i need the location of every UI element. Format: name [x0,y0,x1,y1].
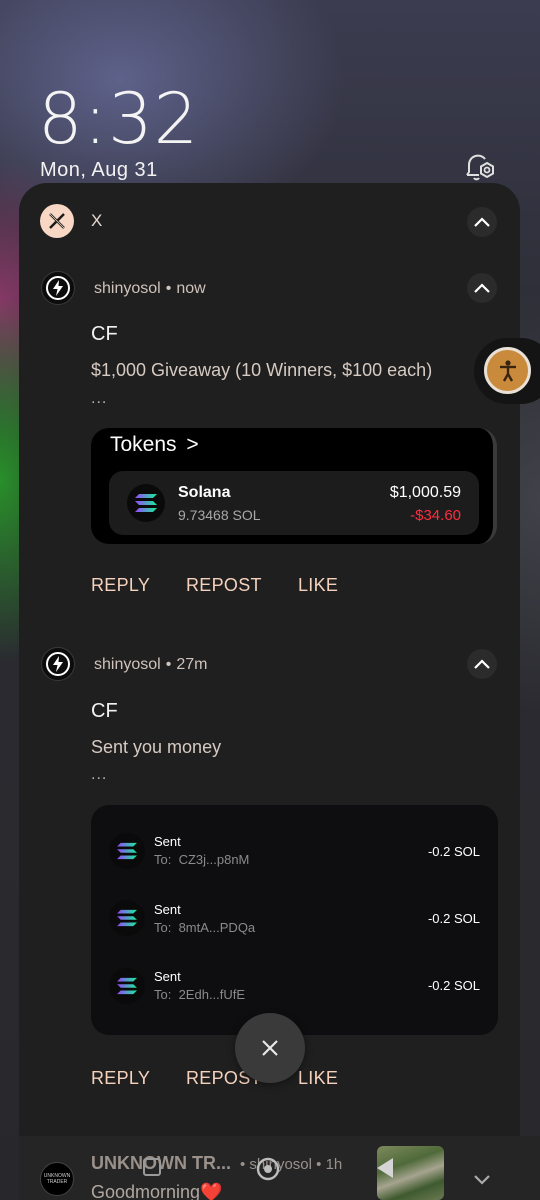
timestamp: 27m [176,656,208,673]
notification-settings-icon[interactable] [463,151,497,183]
back-button[interactable] [375,1156,395,1180]
author-name: shinyosol [94,656,161,673]
notification-title: CF [91,323,118,345]
tx-amount: -0.2 SOL [427,844,480,859]
timestamp: now [176,280,206,297]
accessibility-button[interactable] [484,347,531,394]
notification-meta: shinyosol • now [94,280,206,297]
token-amount: 9.73468 SOL [178,507,261,523]
tx-amount: -0.2 SOL [427,911,480,926]
notification-body: Sent you money [91,737,222,757]
lightning-icon [46,652,70,676]
tx-recipient: To: CZ3j...p8nM [154,852,250,867]
lockscreen-date: Mon, Aug 31 [40,159,158,181]
dismiss-all-button[interactable] [235,1013,305,1083]
chevron-up-icon [474,217,490,227]
close-icon [262,1040,278,1056]
collapse-notification-button[interactable] [467,649,497,679]
notification-meta: shinyosol • 27m [94,656,208,673]
recents-button[interactable] [143,1158,161,1176]
solana-logo-icon [109,968,145,1004]
like-button[interactable]: LIKE [298,575,338,596]
reply-button[interactable]: REPLY [91,575,150,596]
solana-logo-icon [127,484,165,522]
token-row[interactable]: Solana 9.73468 SOL $1,000.59 -$34.60 [109,471,479,535]
token-name: Solana [178,484,231,501]
tokens-heading: Tokens > [110,433,199,456]
repost-button[interactable]: REPOST [186,575,262,596]
lockscreen-clock: 8:32 [38,78,200,160]
tx-label: Sent [154,902,181,917]
expand-notification-button[interactable] [467,1165,497,1195]
solana-logo-icon [109,833,145,869]
collapse-group-button[interactable] [467,207,497,237]
collapse-notification-button[interactable] [467,273,497,303]
home-button[interactable] [255,1156,281,1182]
tx-amount: -0.2 SOL [427,978,480,993]
bottom-notification-text: Goodmorning❤️ [91,1182,223,1200]
avatar: UNKNOWN TRADER [40,1162,74,1196]
chevron-down-icon [474,1175,490,1185]
x-logo-icon [40,204,74,238]
tx-label: Sent [154,834,181,849]
token-change: -$34.60 [410,507,461,524]
app-name: X [91,211,103,230]
reply-button[interactable]: REPLY [91,1068,150,1089]
lightning-icon [46,276,70,300]
solana-logo-icon [109,900,145,936]
avatar [41,271,75,305]
token-value: $1,000.59 [389,484,461,501]
chevron-up-icon [474,283,490,293]
app-group-header[interactable]: X [40,203,102,239]
notification-body: $1,000 Giveaway (10 Winners, $100 each) [91,360,433,380]
tx-recipient: To: 8mtA...PDQa [154,920,256,935]
tokens-card[interactable]: Tokens > Solana 9.73468 SOL $1,000.59 -$… [91,428,497,544]
notification-ellipsis: ... [91,766,108,783]
transactions-card[interactable]: Sent To: CZ3j...p8nM -0.2 SOL Sent To: 8… [91,805,498,1035]
tx-label: Sent [154,969,181,984]
avatar [41,647,75,681]
notification-ellipsis: ... [91,390,108,407]
chevron-up-icon [474,659,490,669]
notification-title: CF [91,700,118,722]
accessibility-icon [499,359,516,382]
tx-recipient: To: 2Edh...fUfE [154,987,246,1002]
chevron-right-icon: > [186,433,199,456]
like-button[interactable]: LIKE [298,1068,338,1089]
author-name: shinyosol [94,280,161,297]
